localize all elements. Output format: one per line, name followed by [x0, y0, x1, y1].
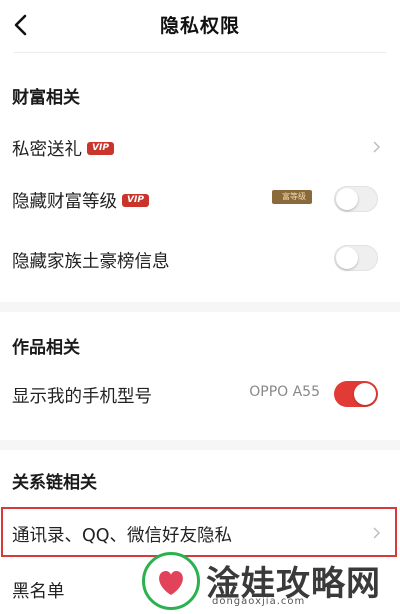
hide-wealth-level-toggle[interactable]: [334, 186, 378, 212]
blacklist-label: 黑名单: [12, 582, 65, 602]
hide-family-rank-toggle[interactable]: [334, 245, 378, 271]
watermark-url: dongaoxjia.com: [212, 596, 306, 607]
toggle-knob: [354, 383, 376, 405]
phone-model-value: OPPO A55: [249, 384, 320, 400]
heart-logo-icon: [159, 571, 183, 595]
chevron-right-icon: [373, 141, 380, 153]
section-gap: [0, 440, 400, 450]
highlight-box: [1, 507, 397, 557]
divider: [14, 52, 386, 53]
row-private-gift[interactable]: 私密送礼 VIP: [0, 124, 400, 170]
section-wealth: 财富相关: [12, 88, 80, 108]
show-phone-model-label: 显示我的手机型号: [12, 387, 152, 407]
vip-badge: VIP: [122, 193, 149, 207]
watermark-logo-icon: [142, 552, 200, 610]
hide-wealth-level-label: 隐藏财富等级: [12, 192, 117, 212]
wealth-level-tag: 富等级: [272, 190, 312, 204]
section-works: 作品相关: [12, 338, 80, 358]
hide-family-rank-label: 隐藏家族土豪榜信息: [12, 252, 170, 272]
page-title: 隐私权限: [159, 15, 240, 37]
section-gap: [0, 302, 400, 312]
private-gift-label: 私密送礼: [12, 140, 82, 160]
toggle-knob: [336, 188, 358, 210]
vip-badge: VIP: [87, 141, 114, 155]
navigation-bar: 隐私权限: [0, 0, 400, 52]
section-relations: 关系链相关: [12, 473, 97, 493]
toggle-knob: [336, 247, 358, 269]
show-phone-model-toggle[interactable]: [334, 381, 378, 407]
